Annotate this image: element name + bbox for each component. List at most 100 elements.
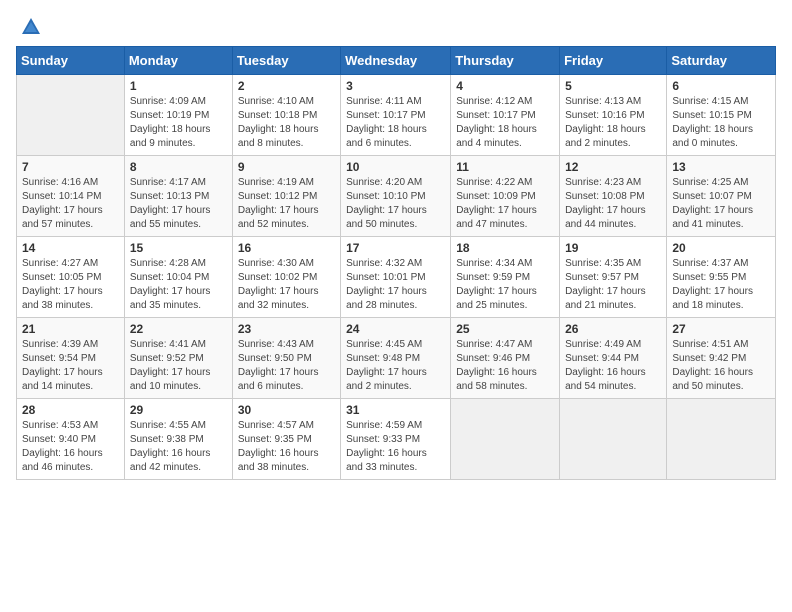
day-info: Sunrise: 4:45 AM Sunset: 9:48 PM Dayligh… <box>346 338 445 394</box>
day-number: 1 <box>130 79 227 93</box>
weekday-header-monday: Monday <box>124 47 232 75</box>
calendar-cell: 14 Sunrise: 4:27 AM Sunset: 10:05 PM Dayl… <box>17 237 125 318</box>
weekday-header-sunday: Sunday <box>17 47 125 75</box>
day-number: 31 <box>346 403 445 417</box>
day-number: 18 <box>456 241 554 255</box>
day-info: Sunrise: 4:30 AM Sunset: 10:02 PM Daylig… <box>238 257 335 313</box>
day-number: 15 <box>130 241 227 255</box>
day-number: 30 <box>238 403 335 417</box>
weekday-header-wednesday: Wednesday <box>341 47 451 75</box>
calendar-cell: 23 Sunrise: 4:43 AM Sunset: 9:50 PM Dayli… <box>232 318 340 399</box>
day-number: 19 <box>565 241 661 255</box>
calendar-cell: 21 Sunrise: 4:39 AM Sunset: 9:54 PM Dayli… <box>17 318 125 399</box>
day-info: Sunrise: 4:51 AM Sunset: 9:42 PM Dayligh… <box>672 338 770 394</box>
calendar-cell: 26Sunrise: 4:49 AM Sunset: 9:44 PM Dayli… <box>560 318 667 399</box>
calendar-cell: 31 Sunrise: 4:59 AM Sunset: 9:33 PM Dayli… <box>341 399 451 480</box>
calendar-cell: 7Sunrise: 4:16 AM Sunset: 10:14 PM Dayli… <box>17 156 125 237</box>
day-info: Sunrise: 4:20 AM Sunset: 10:10 PM Daylig… <box>346 176 445 232</box>
day-number: 17 <box>346 241 445 255</box>
day-number: 14 <box>22 241 119 255</box>
day-info: Sunrise: 4:23 AM Sunset: 10:08 PM Daylig… <box>565 176 661 232</box>
day-number: 4 <box>456 79 554 93</box>
day-info: Sunrise: 4:11 AM Sunset: 10:17 PM Daylig… <box>346 95 445 151</box>
calendar-cell: 15 Sunrise: 4:28 AM Sunset: 10:04 PM Dayl… <box>124 237 232 318</box>
calendar-cell: 9 Sunrise: 4:19 AM Sunset: 10:12 PM Dayli… <box>232 156 340 237</box>
calendar-cell: 29 Sunrise: 4:55 AM Sunset: 9:38 PM Dayli… <box>124 399 232 480</box>
day-info: Sunrise: 4:47 AM Sunset: 9:46 PM Dayligh… <box>456 338 554 394</box>
calendar-cell: 8 Sunrise: 4:17 AM Sunset: 10:13 PM Dayli… <box>124 156 232 237</box>
day-number: 10 <box>346 160 445 174</box>
day-info: Sunrise: 4:39 AM Sunset: 9:54 PM Dayligh… <box>22 338 119 394</box>
day-number: 28 <box>22 403 119 417</box>
day-number: 2 <box>238 79 335 93</box>
weekday-header-friday: Friday <box>560 47 667 75</box>
calendar-cell: 13 Sunrise: 4:25 AM Sunset: 10:07 PM Dayl… <box>667 156 776 237</box>
day-info: Sunrise: 4:13 AM Sunset: 10:16 PM Daylig… <box>565 95 661 151</box>
day-number: 11 <box>456 160 554 174</box>
weekday-header-tuesday: Tuesday <box>232 47 340 75</box>
calendar-cell <box>667 399 776 480</box>
calendar-cell: 27 Sunrise: 4:51 AM Sunset: 9:42 PM Dayli… <box>667 318 776 399</box>
day-info: Sunrise: 4:43 AM Sunset: 9:50 PM Dayligh… <box>238 338 335 394</box>
day-info: Sunrise: 4:28 AM Sunset: 10:04 PM Daylig… <box>130 257 227 313</box>
day-info: Sunrise: 4:15 AM Sunset: 10:15 PM Daylig… <box>672 95 770 151</box>
day-number: 8 <box>130 160 227 174</box>
day-number: 22 <box>130 322 227 336</box>
day-number: 25 <box>456 322 554 336</box>
day-info: Sunrise: 4:27 AM Sunset: 10:05 PM Daylig… <box>22 257 119 313</box>
day-number: 12 <box>565 160 661 174</box>
calendar-cell: 1Sunrise: 4:09 AM Sunset: 10:19 PM Dayli… <box>124 75 232 156</box>
day-number: 20 <box>672 241 770 255</box>
day-info: Sunrise: 4:22 AM Sunset: 10:09 PM Daylig… <box>456 176 554 232</box>
day-number: 6 <box>672 79 770 93</box>
calendar-cell: 25 Sunrise: 4:47 AM Sunset: 9:46 PM Dayli… <box>451 318 560 399</box>
logo-icon <box>20 16 42 38</box>
calendar-cell: 12 Sunrise: 4:23 AM Sunset: 10:08 PM Dayl… <box>560 156 667 237</box>
calendar-cell: 22 Sunrise: 4:41 AM Sunset: 9:52 PM Dayli… <box>124 318 232 399</box>
calendar-cell: 18 Sunrise: 4:34 AM Sunset: 9:59 PM Dayli… <box>451 237 560 318</box>
calendar-cell: 17 Sunrise: 4:32 AM Sunset: 10:01 PM Dayl… <box>341 237 451 318</box>
calendar-cell: 3 Sunrise: 4:11 AM Sunset: 10:17 PM Dayli… <box>341 75 451 156</box>
day-info: Sunrise: 4:12 AM Sunset: 10:17 PM Daylig… <box>456 95 554 151</box>
calendar-cell: 11 Sunrise: 4:22 AM Sunset: 10:09 PM Dayl… <box>451 156 560 237</box>
day-number: 29 <box>130 403 227 417</box>
weekday-header-saturday: Saturday <box>667 47 776 75</box>
calendar-cell: 5 Sunrise: 4:13 AM Sunset: 10:16 PM Dayli… <box>560 75 667 156</box>
day-info: Sunrise: 4:49 AM Sunset: 9:44 PM Dayligh… <box>565 338 661 394</box>
day-number: 3 <box>346 79 445 93</box>
day-number: 5 <box>565 79 661 93</box>
day-info: Sunrise: 4:10 AM Sunset: 10:18 PM Daylig… <box>238 95 335 151</box>
day-info: Sunrise: 4:32 AM Sunset: 10:01 PM Daylig… <box>346 257 445 313</box>
day-info: Sunrise: 4:41 AM Sunset: 9:52 PM Dayligh… <box>130 338 227 394</box>
calendar-cell: 28 Sunrise: 4:53 AM Sunset: 9:40 PM Dayli… <box>17 399 125 480</box>
day-info: Sunrise: 4:25 AM Sunset: 10:07 PM Daylig… <box>672 176 770 232</box>
day-info: Sunrise: 4:17 AM Sunset: 10:13 PM Daylig… <box>130 176 227 232</box>
day-info: Sunrise: 4:19 AM Sunset: 10:12 PM Daylig… <box>238 176 335 232</box>
day-info: Sunrise: 4:16 AM Sunset: 10:14 PM Daylig… <box>22 176 119 232</box>
day-info: Sunrise: 4:57 AM Sunset: 9:35 PM Dayligh… <box>238 419 335 475</box>
day-info: Sunrise: 4:37 AM Sunset: 9:55 PM Dayligh… <box>672 257 770 313</box>
calendar-cell: 4 Sunrise: 4:12 AM Sunset: 10:17 PM Dayli… <box>451 75 560 156</box>
calendar-cell: 10 Sunrise: 4:20 AM Sunset: 10:10 PM Dayl… <box>341 156 451 237</box>
day-info: Sunrise: 4:34 AM Sunset: 9:59 PM Dayligh… <box>456 257 554 313</box>
day-info: Sunrise: 4:59 AM Sunset: 9:33 PM Dayligh… <box>346 419 445 475</box>
calendar-cell: 2 Sunrise: 4:10 AM Sunset: 10:18 PM Dayli… <box>232 75 340 156</box>
weekday-header-thursday: Thursday <box>451 47 560 75</box>
day-number: 16 <box>238 241 335 255</box>
calendar-cell: 24Sunrise: 4:45 AM Sunset: 9:48 PM Dayli… <box>341 318 451 399</box>
calendar-cell <box>560 399 667 480</box>
day-info: Sunrise: 4:53 AM Sunset: 9:40 PM Dayligh… <box>22 419 119 475</box>
day-info: Sunrise: 4:35 AM Sunset: 9:57 PM Dayligh… <box>565 257 661 313</box>
day-number: 23 <box>238 322 335 336</box>
calendar-cell: 16 Sunrise: 4:30 AM Sunset: 10:02 PM Dayl… <box>232 237 340 318</box>
calendar-cell: 6 Sunrise: 4:15 AM Sunset: 10:15 PM Dayli… <box>667 75 776 156</box>
day-number: 9 <box>238 160 335 174</box>
day-info: Sunrise: 4:55 AM Sunset: 9:38 PM Dayligh… <box>130 419 227 475</box>
day-number: 27 <box>672 322 770 336</box>
logo <box>16 16 46 38</box>
calendar-cell: 30 Sunrise: 4:57 AM Sunset: 9:35 PM Dayli… <box>232 399 340 480</box>
day-number: 13 <box>672 160 770 174</box>
calendar-cell <box>451 399 560 480</box>
page-header <box>16 16 776 38</box>
day-number: 21 <box>22 322 119 336</box>
